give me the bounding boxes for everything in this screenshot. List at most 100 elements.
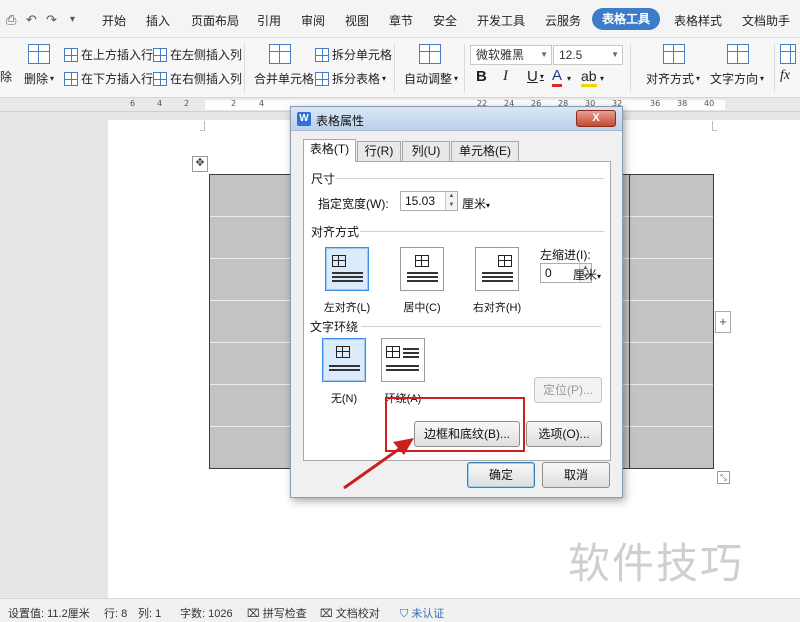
unverified-label: 未认证 (411, 608, 445, 620)
spin-arrows-icon[interactable]: ▲ ▼ (445, 192, 457, 210)
align-label: 对齐方式 (646, 72, 695, 86)
close-button[interactable]: X (576, 110, 616, 127)
ruler-number: 38 (677, 99, 688, 108)
insert-col-right-icon (153, 71, 167, 86)
tab-sections[interactable]: 章节 (389, 12, 413, 29)
align-left-option[interactable] (325, 247, 369, 291)
wrap-none-option[interactable] (322, 338, 366, 382)
tab-security[interactable]: 安全 (433, 12, 457, 29)
align-left-label: 左对齐(L) (323, 302, 371, 314)
add-column-button[interactable]: + (715, 311, 731, 333)
width-unit-select[interactable]: 厘米▾ (462, 195, 490, 212)
insert-col-left-button[interactable]: 在左侧插入列 (153, 46, 242, 63)
doc-proof-label: 文档校对 (335, 608, 380, 620)
dialog-title-bar[interactable]: W 表格属性 X (291, 107, 622, 131)
delete-partial-button[interactable]: 除 (0, 68, 12, 85)
table-move-handle-icon[interactable]: ✥ (192, 156, 208, 172)
align-button[interactable]: 对齐方式 ▾ (646, 70, 700, 87)
tab-references[interactable]: 引用 (257, 12, 281, 29)
ribbon-separator (630, 44, 631, 92)
left-indent-value: 0 (545, 266, 552, 280)
split-table-button[interactable]: 拆分表格 ▾ (315, 70, 386, 87)
char-shading-button[interactable]: ab (581, 68, 597, 87)
cancel-button[interactable]: 取消 (542, 462, 610, 488)
insert-col-right-button[interactable]: 在右侧插入列 (153, 70, 242, 87)
delete-button[interactable]: 删除 ▾ (24, 70, 54, 87)
insert-row-above-label: 在上方插入行 (81, 48, 154, 62)
tab-table-style[interactable]: 表格样式 (674, 12, 722, 29)
tab-review[interactable]: 审阅 (301, 12, 325, 29)
font-size-select[interactable]: 12.5 ▼ (553, 45, 623, 65)
tab-doc-assistant[interactable]: 文档助手 (742, 12, 790, 29)
merge-cells-icon (269, 44, 291, 64)
char-shading-label: ab (581, 68, 597, 84)
annotation-highlight-box (385, 397, 525, 452)
insert-row-below-icon (64, 71, 78, 86)
split-table-icon (315, 71, 329, 86)
tab-cloud[interactable]: 云服务 (545, 12, 581, 29)
insert-row-below-button[interactable]: 在下方插入行 (64, 70, 153, 87)
tab-page-layout[interactable]: 页面布局 (191, 12, 239, 29)
table-right-icon (498, 255, 512, 267)
ok-button[interactable]: 确定 (467, 462, 535, 488)
underline-button[interactable]: U ▾ (527, 68, 544, 85)
align-right-option[interactable] (475, 247, 519, 291)
auto-fit-button[interactable]: 自动调整 ▾ (404, 70, 458, 87)
insert-row-above-icon (64, 47, 78, 62)
spell-check-button[interactable]: ⌧ 拼写检查 (247, 605, 307, 621)
auto-fit-icon (419, 44, 441, 64)
wrap-group-label: 文字环绕 (310, 320, 359, 334)
tab-table[interactable]: 表格(T) (303, 139, 356, 162)
indent-unit-select[interactable]: 厘米▾ (573, 266, 601, 283)
align-center-option[interactable] (400, 247, 444, 291)
split-cells-button[interactable]: 拆分单元格 (315, 46, 392, 63)
tab-row[interactable]: 行(R) (357, 141, 401, 161)
tab-view[interactable]: 视图 (345, 12, 369, 29)
wrap-none-icon (336, 346, 350, 358)
options-button[interactable]: 选项(O)... (526, 421, 602, 447)
chevron-down-icon: ▼ (611, 50, 619, 59)
formula-button[interactable]: fx (780, 68, 790, 84)
preview-icon[interactable]: ⎙ (6, 12, 16, 28)
redo-icon[interactable]: ↷ (46, 12, 57, 28)
wrap-around-icon (386, 346, 400, 358)
split-cells-icon (315, 47, 329, 62)
specify-width-label: 指定宽度(W): (318, 197, 389, 211)
italic-button[interactable]: I (503, 68, 508, 85)
wrap-around-option[interactable] (381, 338, 425, 382)
font-size-value: 12.5 (559, 48, 583, 62)
wrap-none-label: 无(N) (330, 393, 358, 405)
tab-insert[interactable]: 插入 (146, 12, 170, 29)
group-divider (361, 326, 601, 327)
unverified-button[interactable]: ⛉ 未认证 (400, 605, 444, 621)
tab-column[interactable]: 列(U) (402, 141, 450, 161)
doc-proof-button[interactable]: ⌧ 文档校对 (320, 605, 380, 621)
group-divider (360, 231, 604, 232)
table-resize-handle-icon[interactable]: ⤡ (717, 471, 730, 484)
tab-table-tools[interactable]: 表格工具 (592, 8, 661, 30)
font-name-select[interactable]: 微软雅黑 ▼ (470, 45, 552, 65)
more-icon[interactable]: ▾ (70, 14, 75, 25)
bold-label: B (476, 68, 487, 85)
align-group-label: 对齐方式 (311, 225, 360, 239)
position-button[interactable]: 定位(P)... (534, 377, 602, 403)
delete-partial-label: 除 (0, 70, 13, 84)
font-color-button[interactable]: A (552, 68, 563, 87)
insert-row-above-button[interactable]: 在上方插入行 (64, 46, 153, 63)
bold-button[interactable]: B (476, 68, 487, 85)
ribbon-separator (394, 44, 395, 92)
merge-cells-button[interactable]: 合并单元格 (254, 70, 314, 87)
width-input[interactable]: 15.03 ▲ ▼ (400, 191, 458, 211)
width-value: 15.03 (405, 194, 436, 208)
text-direction-button[interactable]: 文字方向 ▾ (710, 70, 764, 87)
ribbon-separator (774, 44, 775, 92)
insert-row-below-label: 在下方插入行 (81, 72, 154, 86)
delete-icon (28, 44, 50, 64)
tab-home[interactable]: 开始 (102, 12, 126, 29)
tab-developer[interactable]: 开发工具 (477, 12, 525, 29)
dialog-title: 表格属性 (316, 114, 365, 128)
status-word-count[interactable]: 字数: 1026 (180, 605, 233, 621)
ruler-number: 2 (231, 99, 237, 108)
tab-cell[interactable]: 单元格(E) (451, 141, 519, 161)
undo-icon[interactable]: ↶ (26, 12, 37, 28)
